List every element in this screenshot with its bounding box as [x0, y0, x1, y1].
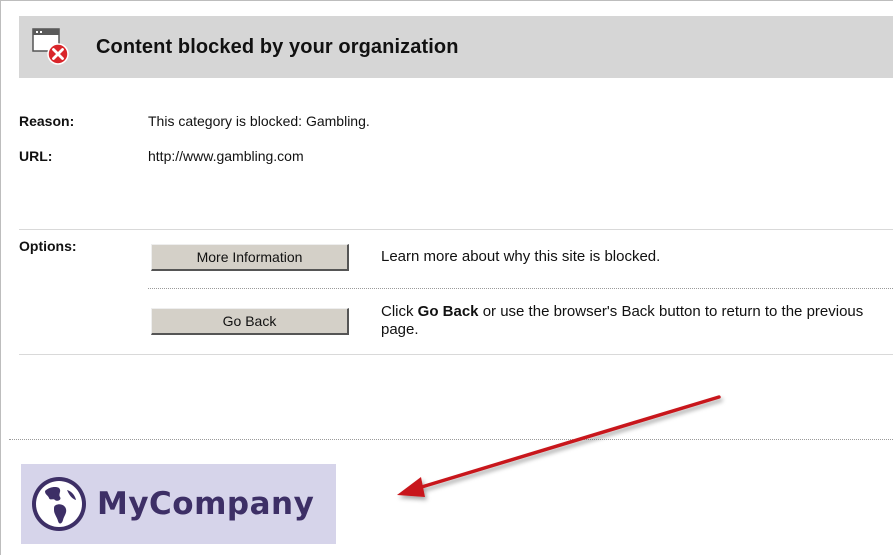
header-bar: Content blocked by your organization [19, 16, 893, 78]
company-name: MyCompany [97, 486, 315, 522]
reason-label: Reason: [19, 113, 75, 129]
go-back-description: Click Go Back or use the browser's Back … [381, 303, 881, 339]
page-title: Content blocked by your organization [96, 35, 459, 58]
globe-icon [29, 474, 89, 534]
reason-value: This category is blocked: Gambling. [148, 113, 370, 129]
divider-top [19, 229, 893, 230]
divider-bottom [19, 354, 893, 355]
more-information-button[interactable]: More Information [151, 244, 349, 271]
more-information-description: Learn more about why this site is blocke… [381, 248, 661, 265]
url-label: URL: [19, 148, 53, 164]
go-back-button[interactable]: Go Back [151, 308, 349, 335]
url-value: http://www.gambling.com [148, 148, 304, 164]
options-label: Options: [19, 238, 77, 254]
go-back-desc-prefix: Click [381, 303, 418, 320]
blocked-window-icon [31, 27, 71, 67]
block-page: Content blocked by your organization Rea… [0, 0, 893, 555]
options-separator [148, 288, 893, 289]
go-back-desc-bold: Go Back [417, 303, 479, 320]
red-arrow-icon [397, 395, 721, 497]
company-logo: MyCompany [21, 464, 336, 544]
